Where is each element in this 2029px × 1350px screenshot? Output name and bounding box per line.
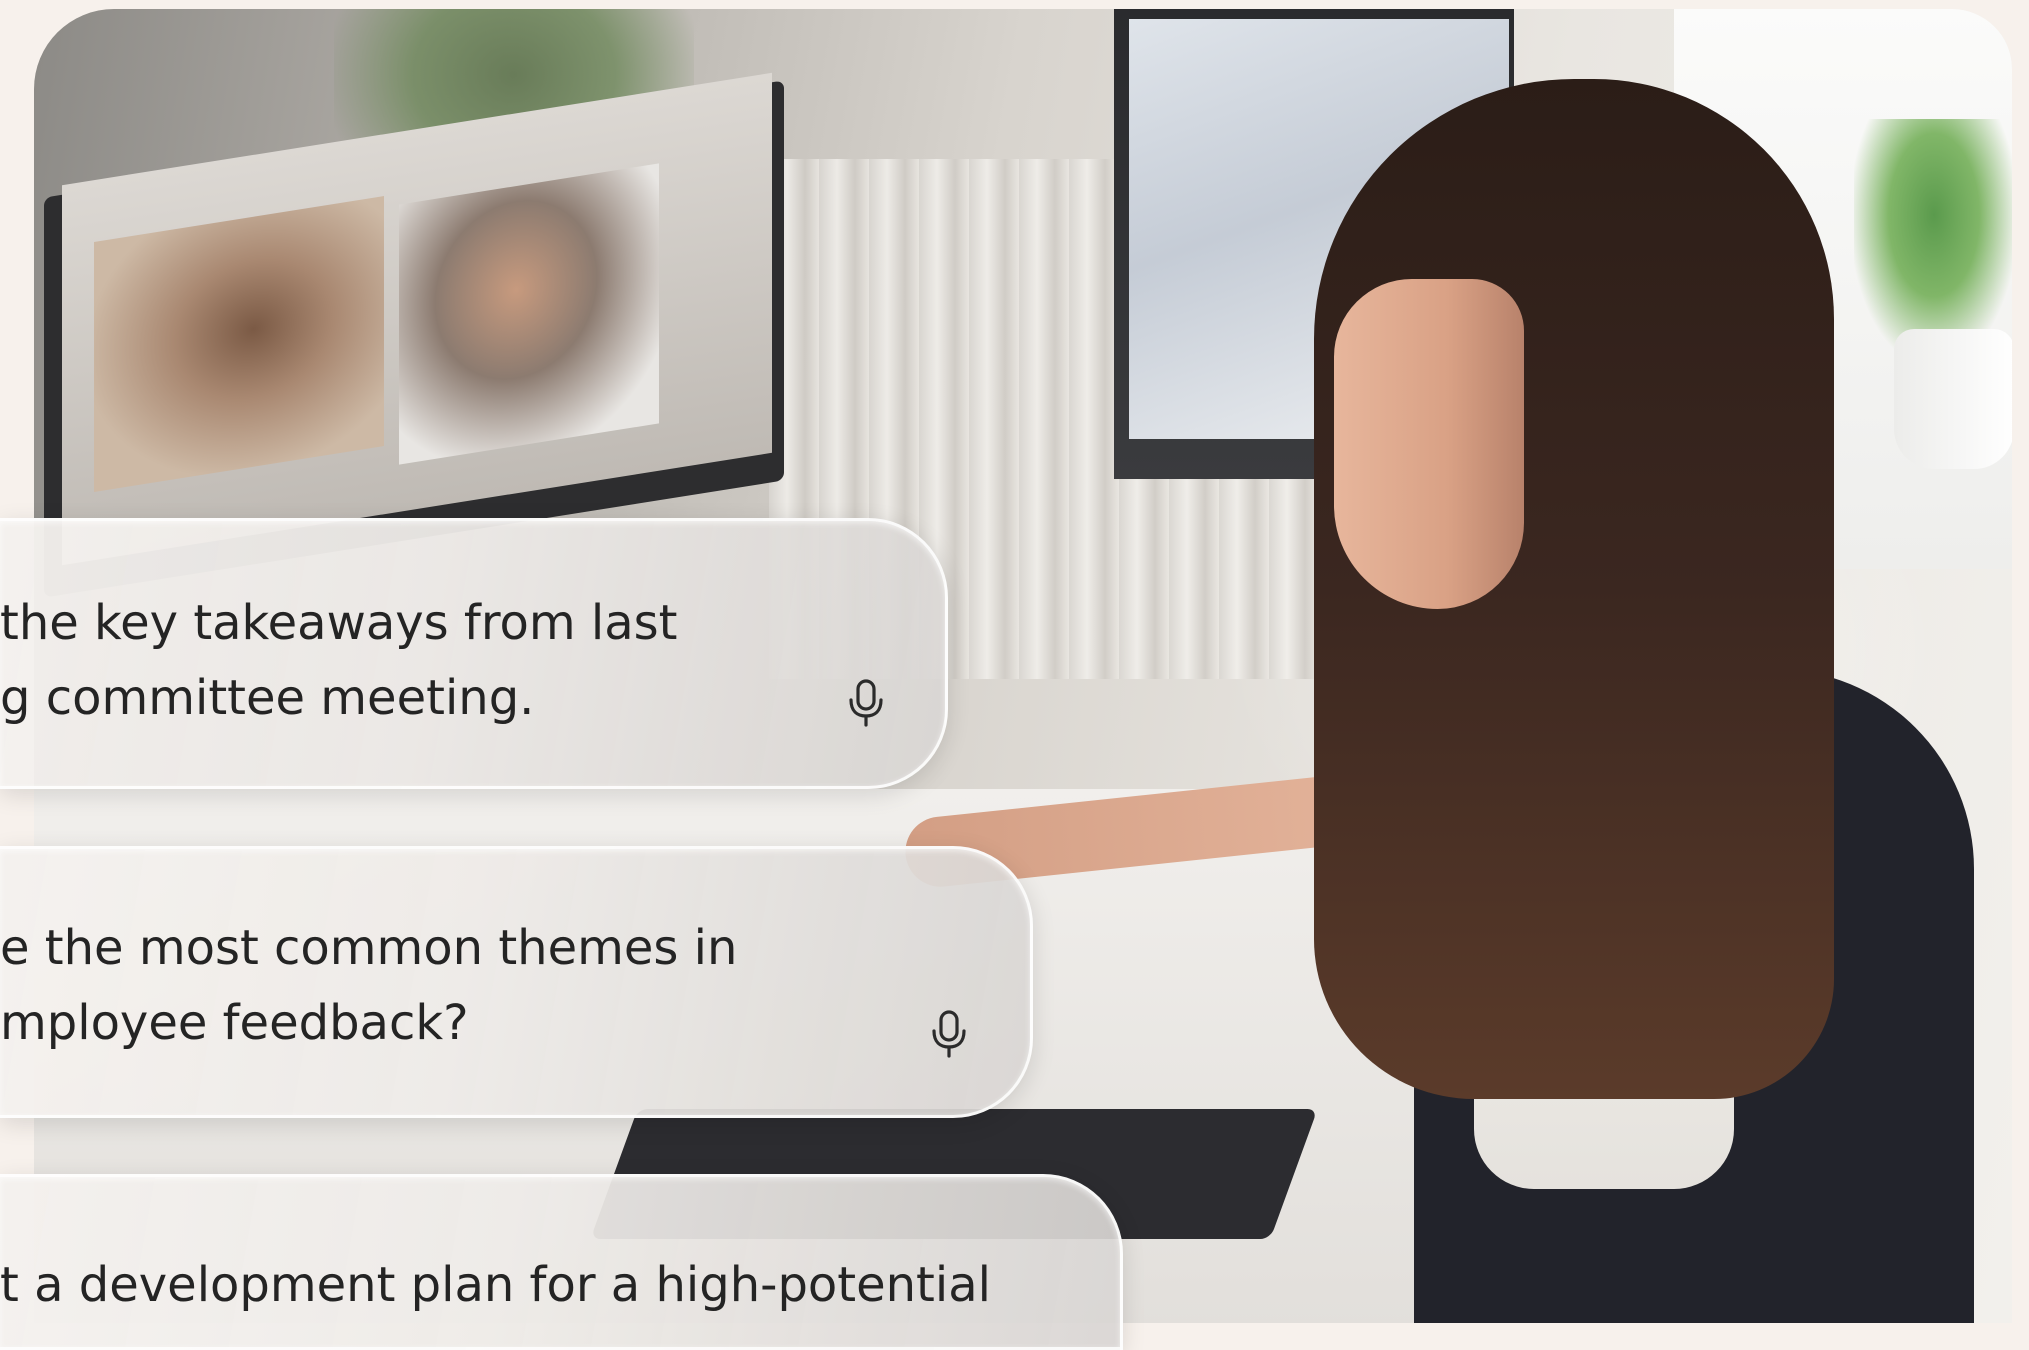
- prompt-card-takeaways[interactable]: the key takeaways from last g committee …: [0, 518, 948, 789]
- potted-plant: [1854, 119, 2012, 359]
- video-participant-woman: [94, 196, 384, 492]
- prompt-line: mployee feedback?: [0, 995, 469, 1051]
- prompt-text: the key takeaways from last g committee …: [0, 586, 677, 736]
- prompt-card-development-plan[interactable]: t a development plan for a high-potentia…: [0, 1174, 1123, 1350]
- prompt-line: g committee meeting.: [0, 670, 535, 726]
- microphone-icon[interactable]: [846, 678, 886, 728]
- microphone-icon[interactable]: [929, 1009, 969, 1059]
- prompt-text: t a development plan for a high-potentia…: [0, 1248, 991, 1323]
- prompt-text: e the most common themes in mployee feed…: [0, 911, 737, 1061]
- plant-pot: [1894, 329, 2012, 469]
- prompt-line: the key takeaways from last: [0, 595, 678, 651]
- video-participant-man: [399, 163, 659, 465]
- prompt-card-feedback-themes[interactable]: e the most common themes in mployee feed…: [0, 846, 1033, 1118]
- prompt-line: t a development plan for a high-potentia…: [0, 1257, 991, 1313]
- prompt-line: e the most common themes in: [0, 920, 738, 976]
- person-face: [1334, 279, 1524, 609]
